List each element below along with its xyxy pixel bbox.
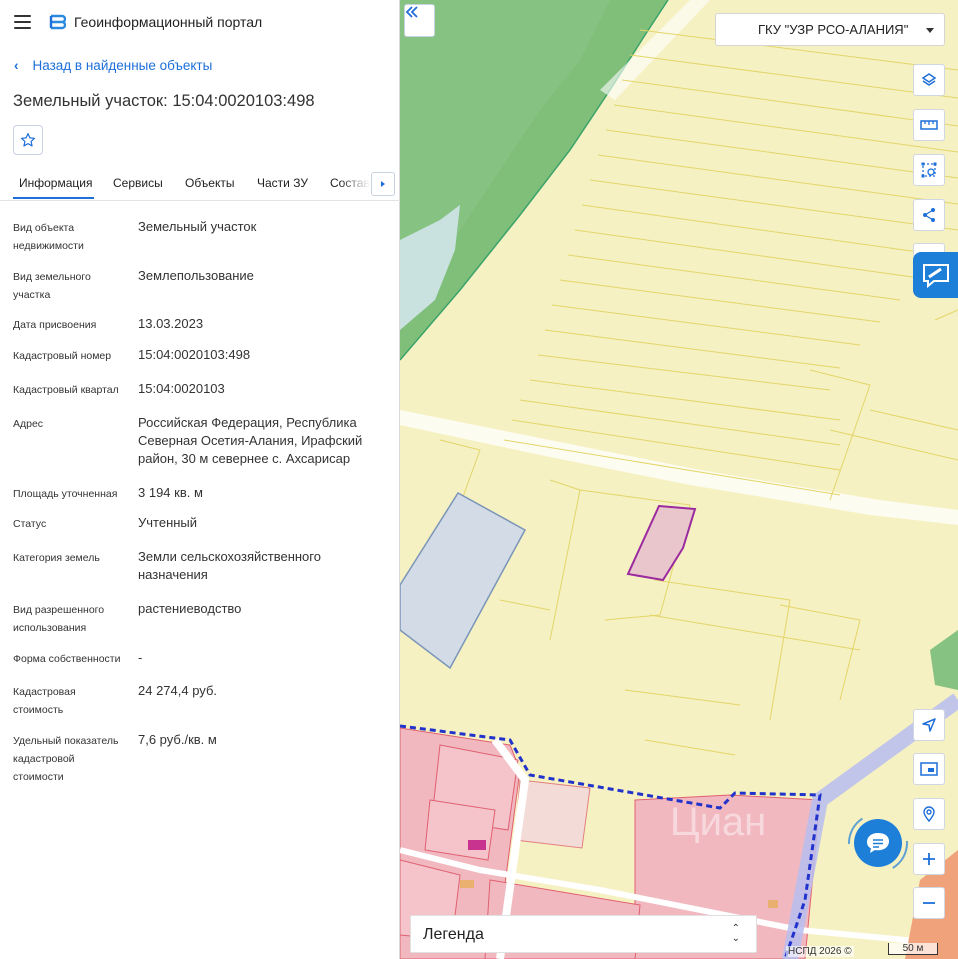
chat-button[interactable]: [854, 819, 902, 867]
prop-value: Земельный участок: [138, 219, 257, 234]
back-to-results-link[interactable]: ‹ Назад в найденные объекты: [14, 58, 212, 73]
prop-label: Дата присвоения: [13, 319, 97, 331]
object-title: Земельный участок: 15:04:0020103:498: [13, 92, 315, 110]
map-attribution: НСПД 2026 ©: [786, 946, 854, 957]
caret-down-icon: [926, 28, 934, 33]
portal-logo-icon: [49, 14, 66, 30]
prop-label: Адрес: [13, 418, 44, 430]
ruler-button[interactable]: [913, 109, 945, 141]
active-tab-indicator: [13, 197, 94, 199]
prop-label: Площадь уточненная: [13, 488, 118, 500]
tab-fade: [340, 168, 370, 199]
my-location-button[interactable]: [913, 709, 945, 741]
menu-icon[interactable]: [14, 15, 31, 29]
chat-icon: [867, 833, 889, 853]
prop-value: 24 274,4 руб.: [138, 683, 218, 698]
prop-value: Учтенный: [138, 515, 198, 530]
prop-label: Форма собственности: [13, 653, 121, 665]
tab-parts[interactable]: Части ЗУ: [257, 176, 308, 190]
prop-value: Землепользование: [138, 268, 254, 283]
prop-label: Удельный показатель кадастровой стоимост…: [13, 735, 119, 783]
prop-label: Кадастровый квартал: [13, 384, 119, 396]
tab-information[interactable]: Информация: [19, 176, 92, 190]
feedback-icon: [923, 264, 949, 288]
search-location-button[interactable]: [913, 798, 945, 830]
favorite-button[interactable]: [13, 125, 43, 155]
info-panel: Геоинформационный портал ‹ Назад в найден…: [0, 0, 400, 959]
watermark-text: Циан: [670, 800, 766, 844]
chat-widget: [847, 812, 911, 876]
expand-collapse-icon: ⌃ ⌄: [731, 923, 740, 944]
layers-icon: [921, 73, 937, 86]
zoom-in-button[interactable]: [913, 843, 945, 875]
legend-toggle[interactable]: Легенда ⌃ ⌄: [410, 915, 757, 953]
chevron-left-icon: ‹: [14, 58, 19, 73]
back-link-label: Назад в найденные объекты: [32, 58, 213, 73]
panel-header: Геоинформационный портал: [0, 0, 400, 44]
prop-value: -: [138, 650, 143, 665]
organization-select[interactable]: ГКУ "УЗР РСО-АЛАНИЯ": [715, 13, 945, 46]
tabs-bar: Информация Сервисы Объекты Части ЗУ Сост…: [0, 168, 400, 201]
ruler-icon: [920, 120, 938, 130]
prop-value: растениеводство: [138, 601, 242, 616]
prop-value: Российская Федерация, Республика Северна…: [138, 415, 363, 466]
tab-services[interactable]: Сервисы: [113, 176, 163, 190]
star-icon: [20, 133, 36, 147]
prop-value: 15:04:0020103:498: [138, 347, 251, 362]
prop-value: 13.03.2023: [138, 316, 204, 331]
zoom-out-icon: [923, 902, 935, 904]
minimap-icon: [920, 762, 938, 776]
tabs-scroll-right-button[interactable]: [371, 172, 395, 196]
prop-value: 3 194 кв. м: [138, 485, 203, 500]
minimap-button[interactable]: [913, 753, 945, 785]
share-icon: [923, 208, 935, 222]
double-chevron-left-icon: [405, 6, 418, 18]
prop-label: Статус: [13, 518, 47, 530]
app-title: Геоинформационный портал: [74, 14, 263, 30]
caret-right-icon: [381, 181, 385, 187]
collapse-panel-button[interactable]: [404, 4, 435, 37]
layers-button[interactable]: [913, 64, 945, 96]
share-button[interactable]: [913, 199, 945, 231]
feedback-side-button[interactable]: [913, 252, 958, 298]
locate-icon: [922, 718, 936, 732]
prop-value: 7,6 руб./кв. м: [138, 732, 217, 747]
zoom-out-button[interactable]: [913, 887, 945, 919]
organization-select-value: ГКУ "УЗР РСО-АЛАНИЯ": [758, 22, 909, 37]
legend-label: Легенда: [423, 926, 484, 943]
prop-label: Вид земельного участка: [13, 271, 91, 301]
prop-label: Кадастровый номер: [13, 350, 112, 362]
prop-label: Кадастровая стоимость: [13, 686, 76, 716]
prop-value: Земли сельскохозяйственного назначения: [138, 549, 321, 582]
zoom-in-icon: [923, 853, 935, 865]
prop-value: 15:04:0020103: [138, 381, 225, 396]
select-area-button[interactable]: [913, 154, 945, 186]
prop-label: Вид объекта недвижимости: [13, 222, 84, 252]
tab-objects[interactable]: Объекты: [185, 176, 235, 190]
select-area-icon: [921, 162, 937, 178]
scale-bar: 50 м: [888, 943, 938, 955]
search-location-icon: [923, 806, 935, 822]
prop-label: Вид разрешенного использования: [13, 604, 105, 634]
prop-label: Категория земель: [13, 552, 100, 564]
